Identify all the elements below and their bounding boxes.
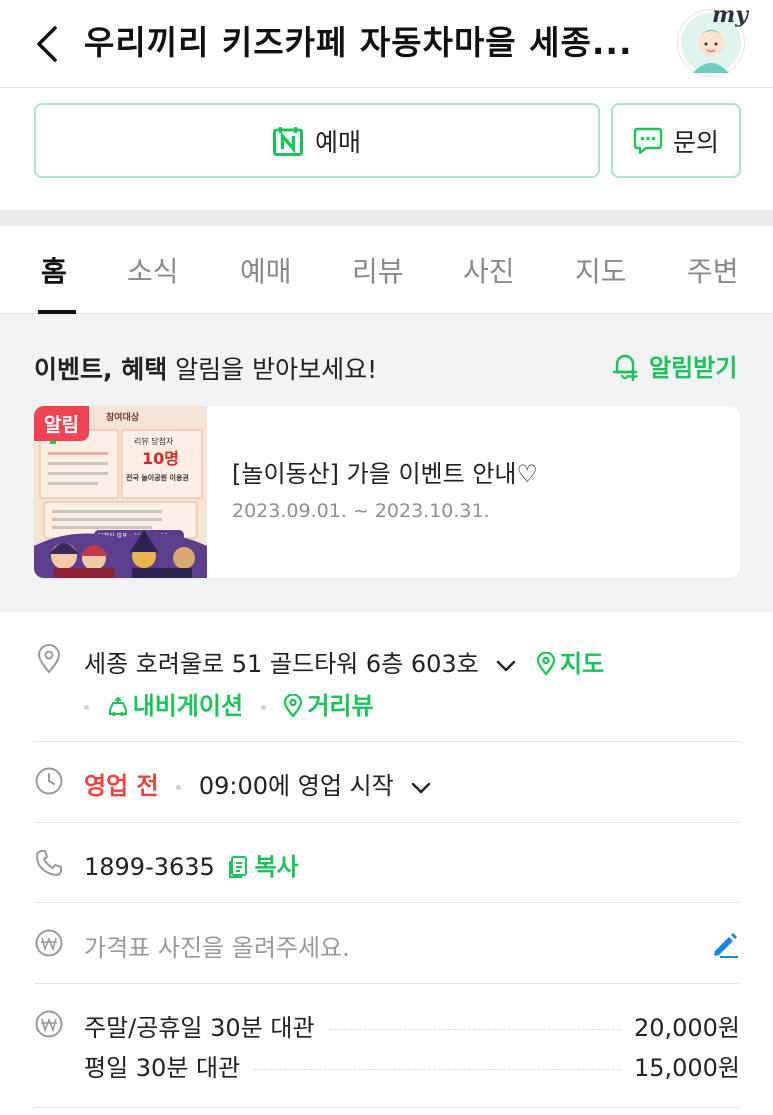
tab-nearby[interactable]: 주변 xyxy=(687,250,739,290)
thumb-count-label: 리뷰 당첨자 xyxy=(134,436,174,446)
hours-row[interactable]: 영업 전 09:00에 영업 시작 xyxy=(34,742,740,823)
price-item-name: 평일 30분 대관 xyxy=(84,1054,241,1082)
navigation-link-label: 내비게이션 xyxy=(132,692,244,720)
separator-dot xyxy=(176,784,182,790)
streetview-link[interactable]: 거리뷰 xyxy=(283,692,374,720)
won-icon xyxy=(35,1010,63,1038)
phone-icon xyxy=(36,850,62,876)
section-divider xyxy=(0,210,773,226)
price-item-value: 20,000원 xyxy=(633,1014,740,1042)
business-status: 영업 전 xyxy=(84,772,159,800)
chat-bubble-icon xyxy=(633,127,663,154)
back-arrow-icon xyxy=(37,26,57,62)
business-hours: 09:00에 영업 시작 xyxy=(198,772,394,800)
inquiry-button-label: 문의 xyxy=(672,127,719,157)
tab-home[interactable]: 홈 xyxy=(41,250,67,290)
event-title: [놀이동산] 가을 이벤트 안내♡ xyxy=(232,460,539,488)
won-icon xyxy=(35,929,63,957)
address-text: 세종 호려울로 51 골드타워 6층 603호 xyxy=(84,650,479,678)
thumb-line1: 참여대상 xyxy=(106,411,140,423)
inquiry-button[interactable]: 문의 xyxy=(611,103,741,178)
copy-button-label: 복사 xyxy=(254,853,299,881)
event-badge: 알림 xyxy=(34,406,89,441)
event-heading: 이벤트, 혜택 알림을 받아보세요! xyxy=(34,350,377,386)
bell-plus-icon xyxy=(612,354,638,381)
price-item-value: 15,000원 xyxy=(633,1054,740,1082)
tab-map[interactable]: 지도 xyxy=(575,250,627,290)
map-link-label: 지도 xyxy=(560,650,605,678)
hours-line: 영업 전 09:00에 영업 시작 xyxy=(84,766,437,801)
event-heading-bold: 이벤트, 혜택 xyxy=(34,355,168,384)
chevron-down-icon[interactable] xyxy=(409,778,433,798)
price-item: 평일 30분 대관 15,000원 xyxy=(84,1048,740,1083)
separator-dot xyxy=(84,704,89,710)
tab-photos[interactable]: 사진 xyxy=(463,250,515,290)
event-thumbnail: 참여대상 리뷰 당첨자 10명 전국 놀이공원 이용권 당첨자 발표 : 202… xyxy=(34,406,207,578)
price-leader xyxy=(328,1029,620,1030)
streetview-link-label: 거리뷰 xyxy=(307,692,374,720)
address-links: 내비게이션 거리뷰 xyxy=(84,686,374,721)
navigation-icon xyxy=(108,696,127,716)
back-button[interactable] xyxy=(28,22,64,66)
page-title: 우리끼리 키즈카페 자동차마을 세종... xyxy=(84,23,633,62)
price-leader xyxy=(254,1069,620,1070)
price-upload-prompt: 가격표 사진을 올려주세요. xyxy=(84,934,350,962)
event-section: 이벤트, 혜택 알림을 받아보세요! 알림받기 참여대상 리뷰 당첨자 10명 … xyxy=(0,314,773,612)
reserve-button[interactable]: 예매 xyxy=(34,103,600,178)
app-header: 우리끼리 키즈카페 자동차마을 세종... my xyxy=(0,0,773,88)
tab-bar: 홈 소식 예매 리뷰 사진 지도 주변 xyxy=(0,226,773,314)
alarm-subscribe-label: 알림받기 xyxy=(649,354,738,382)
tab-news[interactable]: 소식 xyxy=(127,250,179,290)
location-pin-icon xyxy=(37,644,61,674)
naver-n-icon xyxy=(272,126,303,156)
prices-row: 주말/공휴일 30분 대관 20,000원 평일 30분 대관 15,000원 xyxy=(34,984,740,1108)
phone-number[interactable]: 1899-3635 xyxy=(84,853,215,881)
copy-icon xyxy=(229,856,248,878)
pencil-icon[interactable] xyxy=(710,929,740,959)
map-pin-icon xyxy=(536,652,556,676)
price-item: 주말/공휴일 30분 대관 20,000원 xyxy=(84,1008,740,1043)
price-upload-row[interactable]: 가격표 사진을 올려주세요. xyxy=(34,903,740,984)
copy-button[interactable]: 복사 xyxy=(228,853,299,881)
tab-reviews[interactable]: 리뷰 xyxy=(352,250,404,290)
separator-dot xyxy=(260,704,266,710)
chevron-down-icon[interactable] xyxy=(494,656,518,676)
address-line: 세종 호려울로 51 골드타워 6층 603호 지도 xyxy=(84,644,604,679)
event-card[interactable]: 참여대상 리뷰 당첨자 10명 전국 놀이공원 이용권 당첨자 발표 : 202… xyxy=(34,406,740,578)
alarm-subscribe-button[interactable]: 알림받기 xyxy=(611,348,737,383)
action-row: 예매 문의 xyxy=(0,88,773,210)
phone-line: 1899-3635 복사 xyxy=(84,847,299,882)
clock-icon xyxy=(35,767,63,795)
thumb-prize: 전국 놀이공원 이용권 xyxy=(126,473,189,482)
avatar-my-label: my xyxy=(712,2,749,28)
thumb-count: 10명 xyxy=(142,449,179,468)
streetview-pin-icon xyxy=(284,694,303,718)
map-link[interactable]: 지도 xyxy=(536,650,604,678)
event-date: 2023.09.01. ~ 2023.10.31. xyxy=(232,500,490,522)
address-row: 세종 호려울로 51 골드타워 6층 603호 지도 내비게이션 거리뷰 xyxy=(34,612,740,742)
reserve-button-label: 예매 xyxy=(314,127,361,157)
event-heading-rest: 알림을 받아보세요! xyxy=(167,355,378,384)
navigation-link[interactable]: 내비게이션 xyxy=(107,692,251,720)
price-item-name: 주말/공휴일 30분 대관 xyxy=(84,1014,315,1042)
tab-booking[interactable]: 예매 xyxy=(240,250,292,290)
phone-row: 1899-3635 복사 xyxy=(34,823,740,903)
